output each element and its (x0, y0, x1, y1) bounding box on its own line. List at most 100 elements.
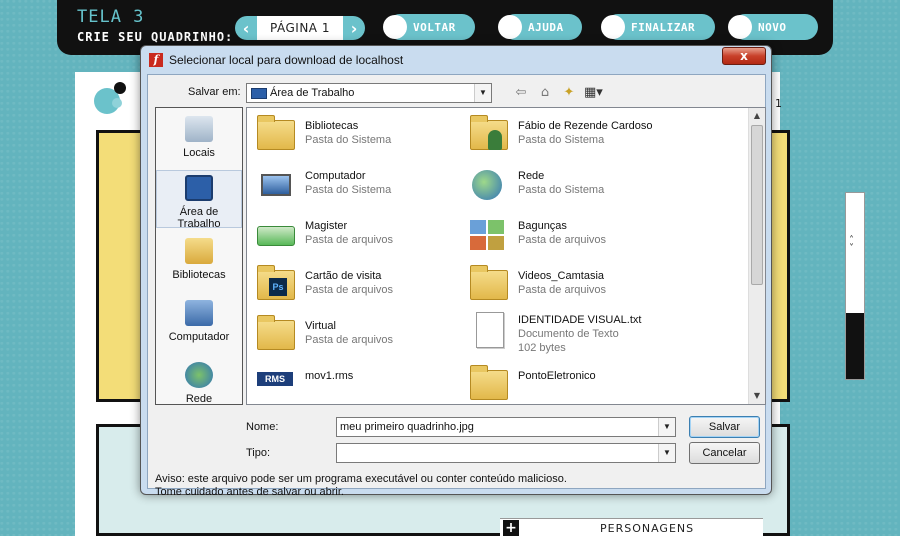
side-scroller[interactable]: ˄ ˅ (845, 192, 865, 380)
view-menu-icon[interactable]: ▦▾ (584, 85, 603, 100)
personagens-label: PERSONAGENS (600, 522, 695, 535)
file-size: 102 bytes (518, 342, 566, 354)
scrollbar-thumb[interactable] (751, 125, 763, 285)
file-list-scrollbar[interactable]: ▲ ▼ (748, 108, 765, 404)
file-item[interactable]: Fábio de Rezende Cardoso Pasta do Sistem… (462, 112, 742, 158)
finalizar-button[interactable]: FINALIZAR (601, 14, 715, 40)
file-type: Pasta do Sistema (518, 184, 605, 196)
text-file-icon (468, 310, 510, 348)
file-name: Bibliotecas (305, 120, 359, 132)
file-item[interactable]: Virtual Pasta de arquivos (249, 312, 459, 358)
file-type: Pasta de arquivos (518, 284, 607, 296)
personagens-bar[interactable]: + PERSONAGENS (500, 518, 763, 536)
place-bibliotecas[interactable]: Bibliotecas (156, 234, 242, 288)
page-pager: ‹ PÁGINA 1 › (235, 16, 365, 40)
file-type: Documento de Texto (518, 328, 619, 340)
warning-text: Aviso: este arquivo pode ser um programa… (155, 473, 567, 498)
network-icon (468, 166, 510, 204)
voltar-button[interactable]: VOLTAR (383, 14, 475, 40)
file-type: Pasta de arquivos (305, 334, 394, 346)
file-name: Fábio de Rezende Cardoso (518, 120, 653, 132)
file-name: Virtual (305, 320, 336, 332)
photoshop-folder-icon: Ps (255, 265, 297, 304)
close-button[interactable]: x (722, 47, 766, 65)
place-area-de-trabalho-label: Área de Trabalho (177, 206, 221, 230)
up-folder-icon[interactable]: ⌂ (536, 85, 554, 100)
file-item[interactable]: Bibliotecas Pasta do Sistema (249, 112, 459, 158)
cancel-button[interactable]: Cancelar (689, 442, 760, 464)
user-folder-icon (468, 115, 510, 154)
file-item[interactable]: Ps Cartão de visita Pasta de arquivos (249, 262, 459, 308)
file-name: Bagunças (518, 220, 567, 232)
file-type: Pasta de arquivos (518, 234, 607, 246)
file-type: Pasta do Sistema (305, 134, 392, 146)
back-icon[interactable]: ⇦ (512, 85, 530, 100)
plus-icon[interactable]: + (503, 520, 519, 536)
scroll-up-icon[interactable]: ▲ (749, 108, 765, 124)
chevron-down-icon[interactable]: ▼ (658, 418, 675, 436)
dialog-title: Selecionar local para download de localh… (169, 53, 404, 67)
speech-bubble-icon (383, 15, 407, 39)
up-down-arrows-icon[interactable]: ˄ ˅ (849, 236, 854, 254)
save-in-select[interactable]: Área de Trabalho ▼ (246, 83, 492, 103)
save-in-label: Salvar em: (188, 86, 241, 98)
place-computador-label: Computador (168, 331, 230, 343)
prev-page-button[interactable]: ‹ (235, 16, 257, 40)
save-dialog: f Selecionar local para download de loca… (140, 45, 772, 498)
file-name-value: meu primeiro quadrinho.jpg (340, 421, 474, 433)
screen-title: TELA 3 (77, 7, 145, 27)
file-name-input[interactable]: meu primeiro quadrinho.jpg ▼ (336, 417, 676, 437)
pictures-folder-icon (468, 216, 510, 254)
computer-icon (255, 166, 297, 204)
file-item[interactable]: Rede Pasta do Sistema (462, 162, 672, 208)
place-bibliotecas-label: Bibliotecas (172, 269, 226, 281)
name-label: Nome: (246, 421, 279, 433)
file-name: PontoEletronico (518, 370, 596, 382)
rms-file-icon: RMS (255, 366, 297, 404)
page-label: PÁGINA 1 (257, 16, 343, 40)
speech-bubble-icon (601, 15, 625, 39)
scroll-down-icon[interactable]: ▼ (749, 388, 765, 404)
ajuda-button[interactable]: AJUDA (498, 14, 582, 40)
network-icon (185, 362, 213, 388)
speech-bubble-icon (728, 15, 752, 39)
place-area-de-trabalho[interactable]: Área de Trabalho (156, 170, 242, 230)
chevron-down-icon[interactable]: ▼ (658, 444, 675, 462)
file-item[interactable]: IDENTIDADE VISUAL.txt Documento de Texto… (462, 306, 672, 362)
file-item[interactable]: Bagunças Pasta de arquivos (462, 212, 672, 258)
file-item[interactable]: RMS mov1.rms (249, 362, 459, 404)
file-type: Pasta de arquivos (305, 234, 394, 246)
place-computador[interactable]: Computador (156, 296, 242, 350)
new-folder-icon[interactable]: ✦ (560, 85, 578, 100)
file-item[interactable]: Magister Pasta de arquivos (249, 212, 459, 258)
file-type: Pasta do Sistema (518, 134, 605, 146)
file-item[interactable]: Computador Pasta do Sistema (249, 162, 459, 208)
recent-places-icon (185, 116, 213, 142)
save-button[interactable]: Salvar (689, 416, 760, 438)
ajuda-label: AJUDA (528, 20, 564, 34)
side-scroller-thumb[interactable] (846, 313, 864, 379)
folder-icon (468, 265, 510, 304)
file-list: Bibliotecas Pasta do Sistema Fábio de Re… (246, 107, 766, 405)
folder-icon (255, 315, 297, 354)
finalizar-label: FINALIZAR (631, 20, 696, 34)
file-name: Computador (305, 170, 366, 182)
next-page-button[interactable]: › (343, 16, 365, 40)
file-item[interactable]: Videos_Camtasia Pasta de arquivos (462, 262, 672, 308)
novo-button[interactable]: NOVO (728, 14, 818, 40)
voltar-label: VOLTAR (413, 20, 456, 34)
dialog-titlebar[interactable]: f Selecionar local para download de loca… (141, 46, 771, 74)
desktop-icon (251, 88, 267, 99)
screen-subtitle: CRIE SEU QUADRINHO: (77, 30, 234, 44)
place-locais-label: Locais (183, 147, 215, 159)
libraries-icon (185, 238, 213, 264)
speech-bubble-icon (498, 15, 522, 39)
file-type-select[interactable]: ▼ (336, 443, 676, 463)
place-rede[interactable]: Rede (156, 358, 242, 406)
file-item[interactable]: PontoEletronico (462, 362, 672, 404)
shortcut-icon (255, 216, 297, 254)
places-bar: Locais Área de Trabalho Bibliotecas Comp… (155, 107, 243, 405)
save-in-value: Área de Trabalho (270, 87, 355, 99)
chevron-down-icon[interactable]: ▼ (474, 84, 491, 102)
place-locais[interactable]: Locais (156, 112, 242, 166)
